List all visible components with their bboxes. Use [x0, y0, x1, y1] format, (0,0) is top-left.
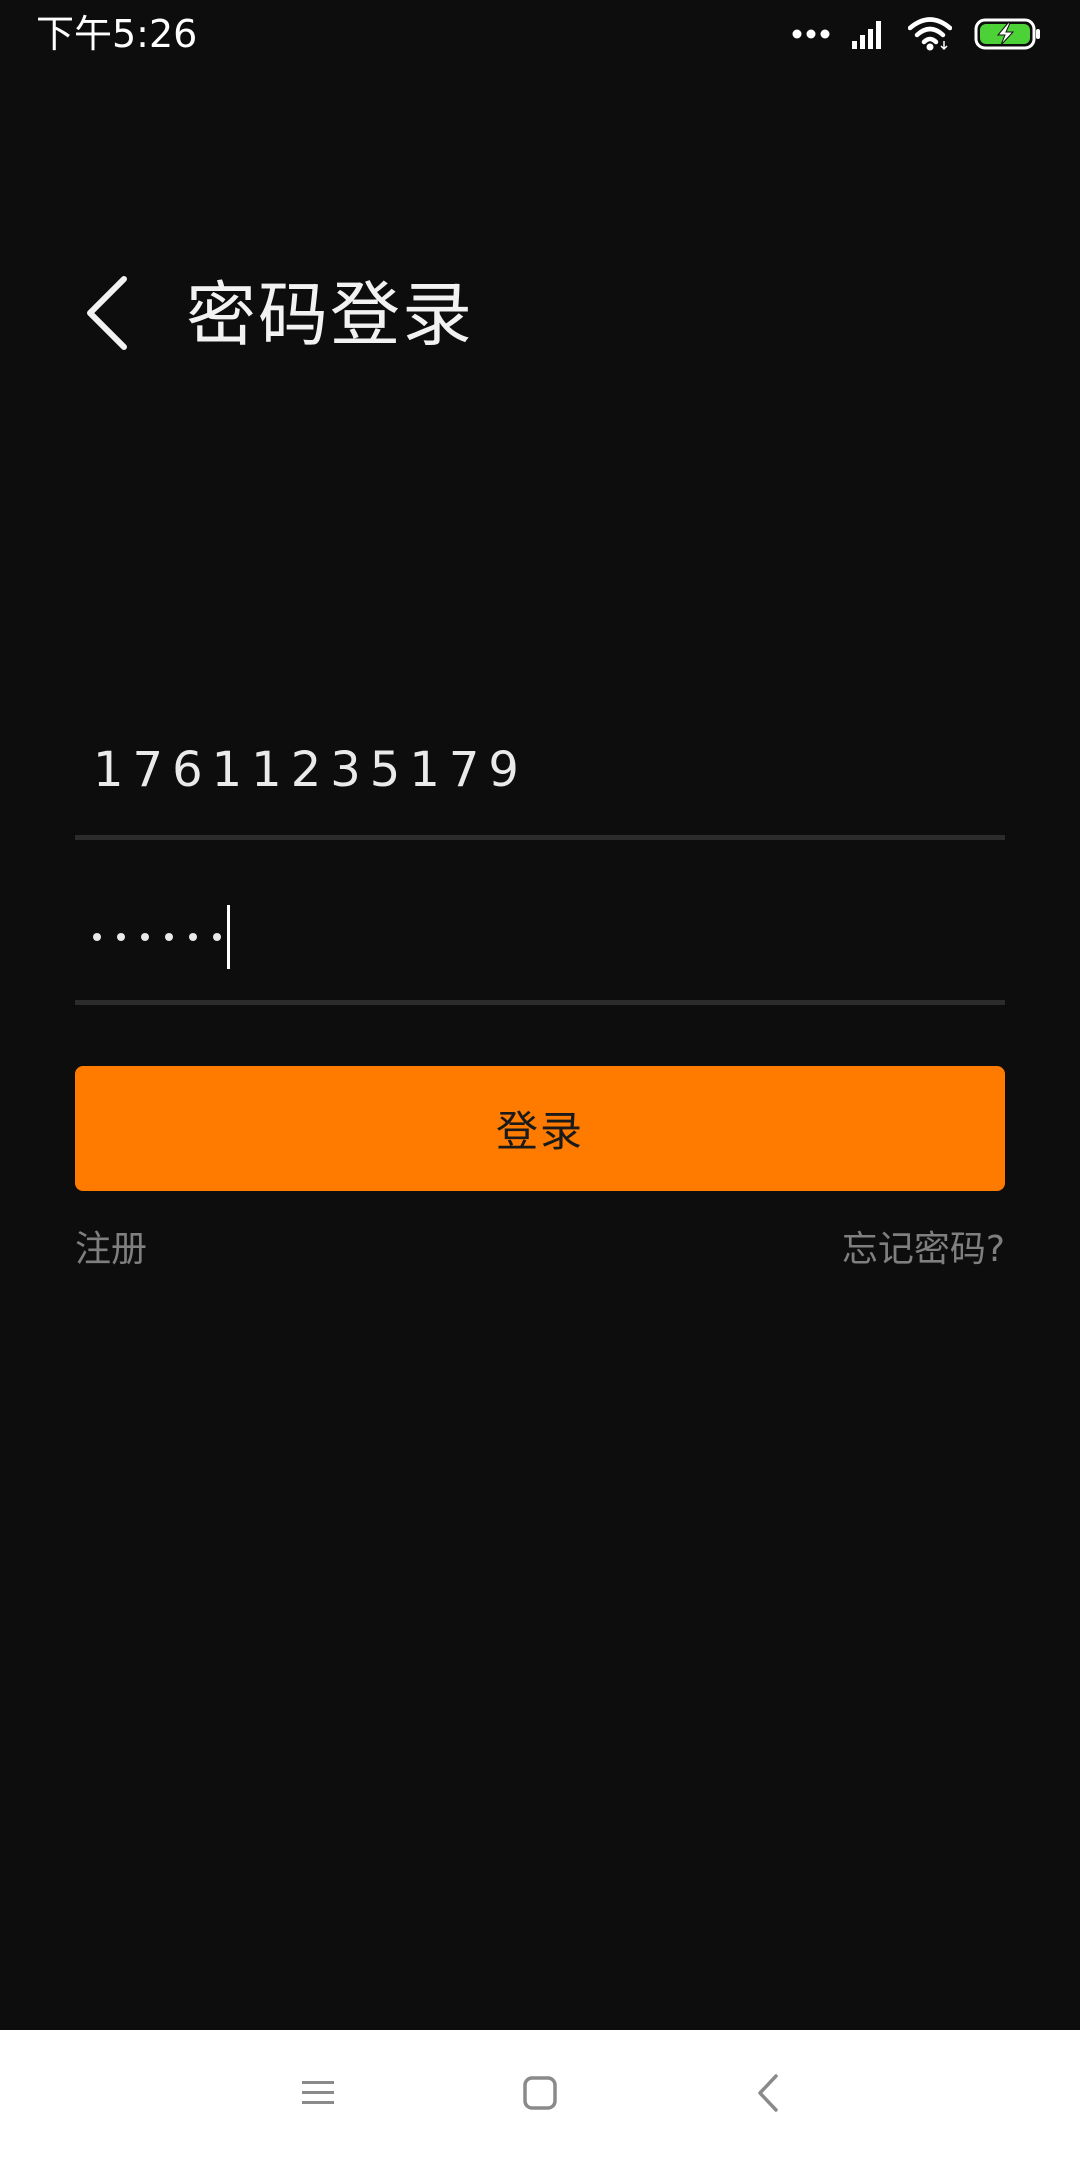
- login-screen: 下午5:26 密码登录 17611235179 登录 注册 忘记密码?: [0, 0, 1080, 2160]
- text-caret: [227, 905, 230, 969]
- status-icons: [792, 14, 1042, 54]
- status-time: 下午5:26: [36, 12, 198, 56]
- chevron-left-icon: [82, 273, 132, 357]
- phone-field-underline: [75, 835, 1005, 840]
- password-mask-dot: [93, 933, 101, 941]
- password-input-value[interactable]: [93, 905, 230, 969]
- status-bar: 下午5:26: [0, 0, 1080, 68]
- password-mask-dot: [189, 933, 197, 941]
- battery-charging-icon: [974, 18, 1042, 50]
- phone-field[interactable]: 17611235179: [75, 690, 1005, 840]
- password-mask: [93, 907, 221, 967]
- header: 密码登录: [0, 250, 1080, 380]
- password-mask-dot: [117, 933, 125, 941]
- page-title: 密码登录: [186, 274, 474, 356]
- password-mask-dot: [213, 933, 221, 941]
- system-nav-bar: [0, 2030, 1080, 2160]
- password-field[interactable]: [75, 855, 1005, 1005]
- login-button[interactable]: 登录: [75, 1066, 1005, 1191]
- nav-menu-button[interactable]: [258, 2030, 378, 2160]
- password-mask-dot: [141, 933, 149, 941]
- home-icon: [522, 2075, 558, 2115]
- menu-icon: [301, 2078, 335, 2112]
- signal-icon: [852, 19, 886, 49]
- nav-back-button[interactable]: [708, 2030, 828, 2160]
- password-mask-dot: [165, 933, 173, 941]
- back-icon: [756, 2073, 780, 2117]
- password-field-underline: [75, 1000, 1005, 1005]
- register-link[interactable]: 注册: [75, 1226, 147, 1274]
- more-dots-icon: [792, 28, 830, 40]
- wifi-icon: [908, 17, 952, 51]
- phone-input-value[interactable]: 17611235179: [93, 740, 528, 800]
- forgot-password-link[interactable]: 忘记密码?: [842, 1226, 1005, 1274]
- nav-home-button[interactable]: [480, 2030, 600, 2160]
- back-button[interactable]: [72, 272, 142, 358]
